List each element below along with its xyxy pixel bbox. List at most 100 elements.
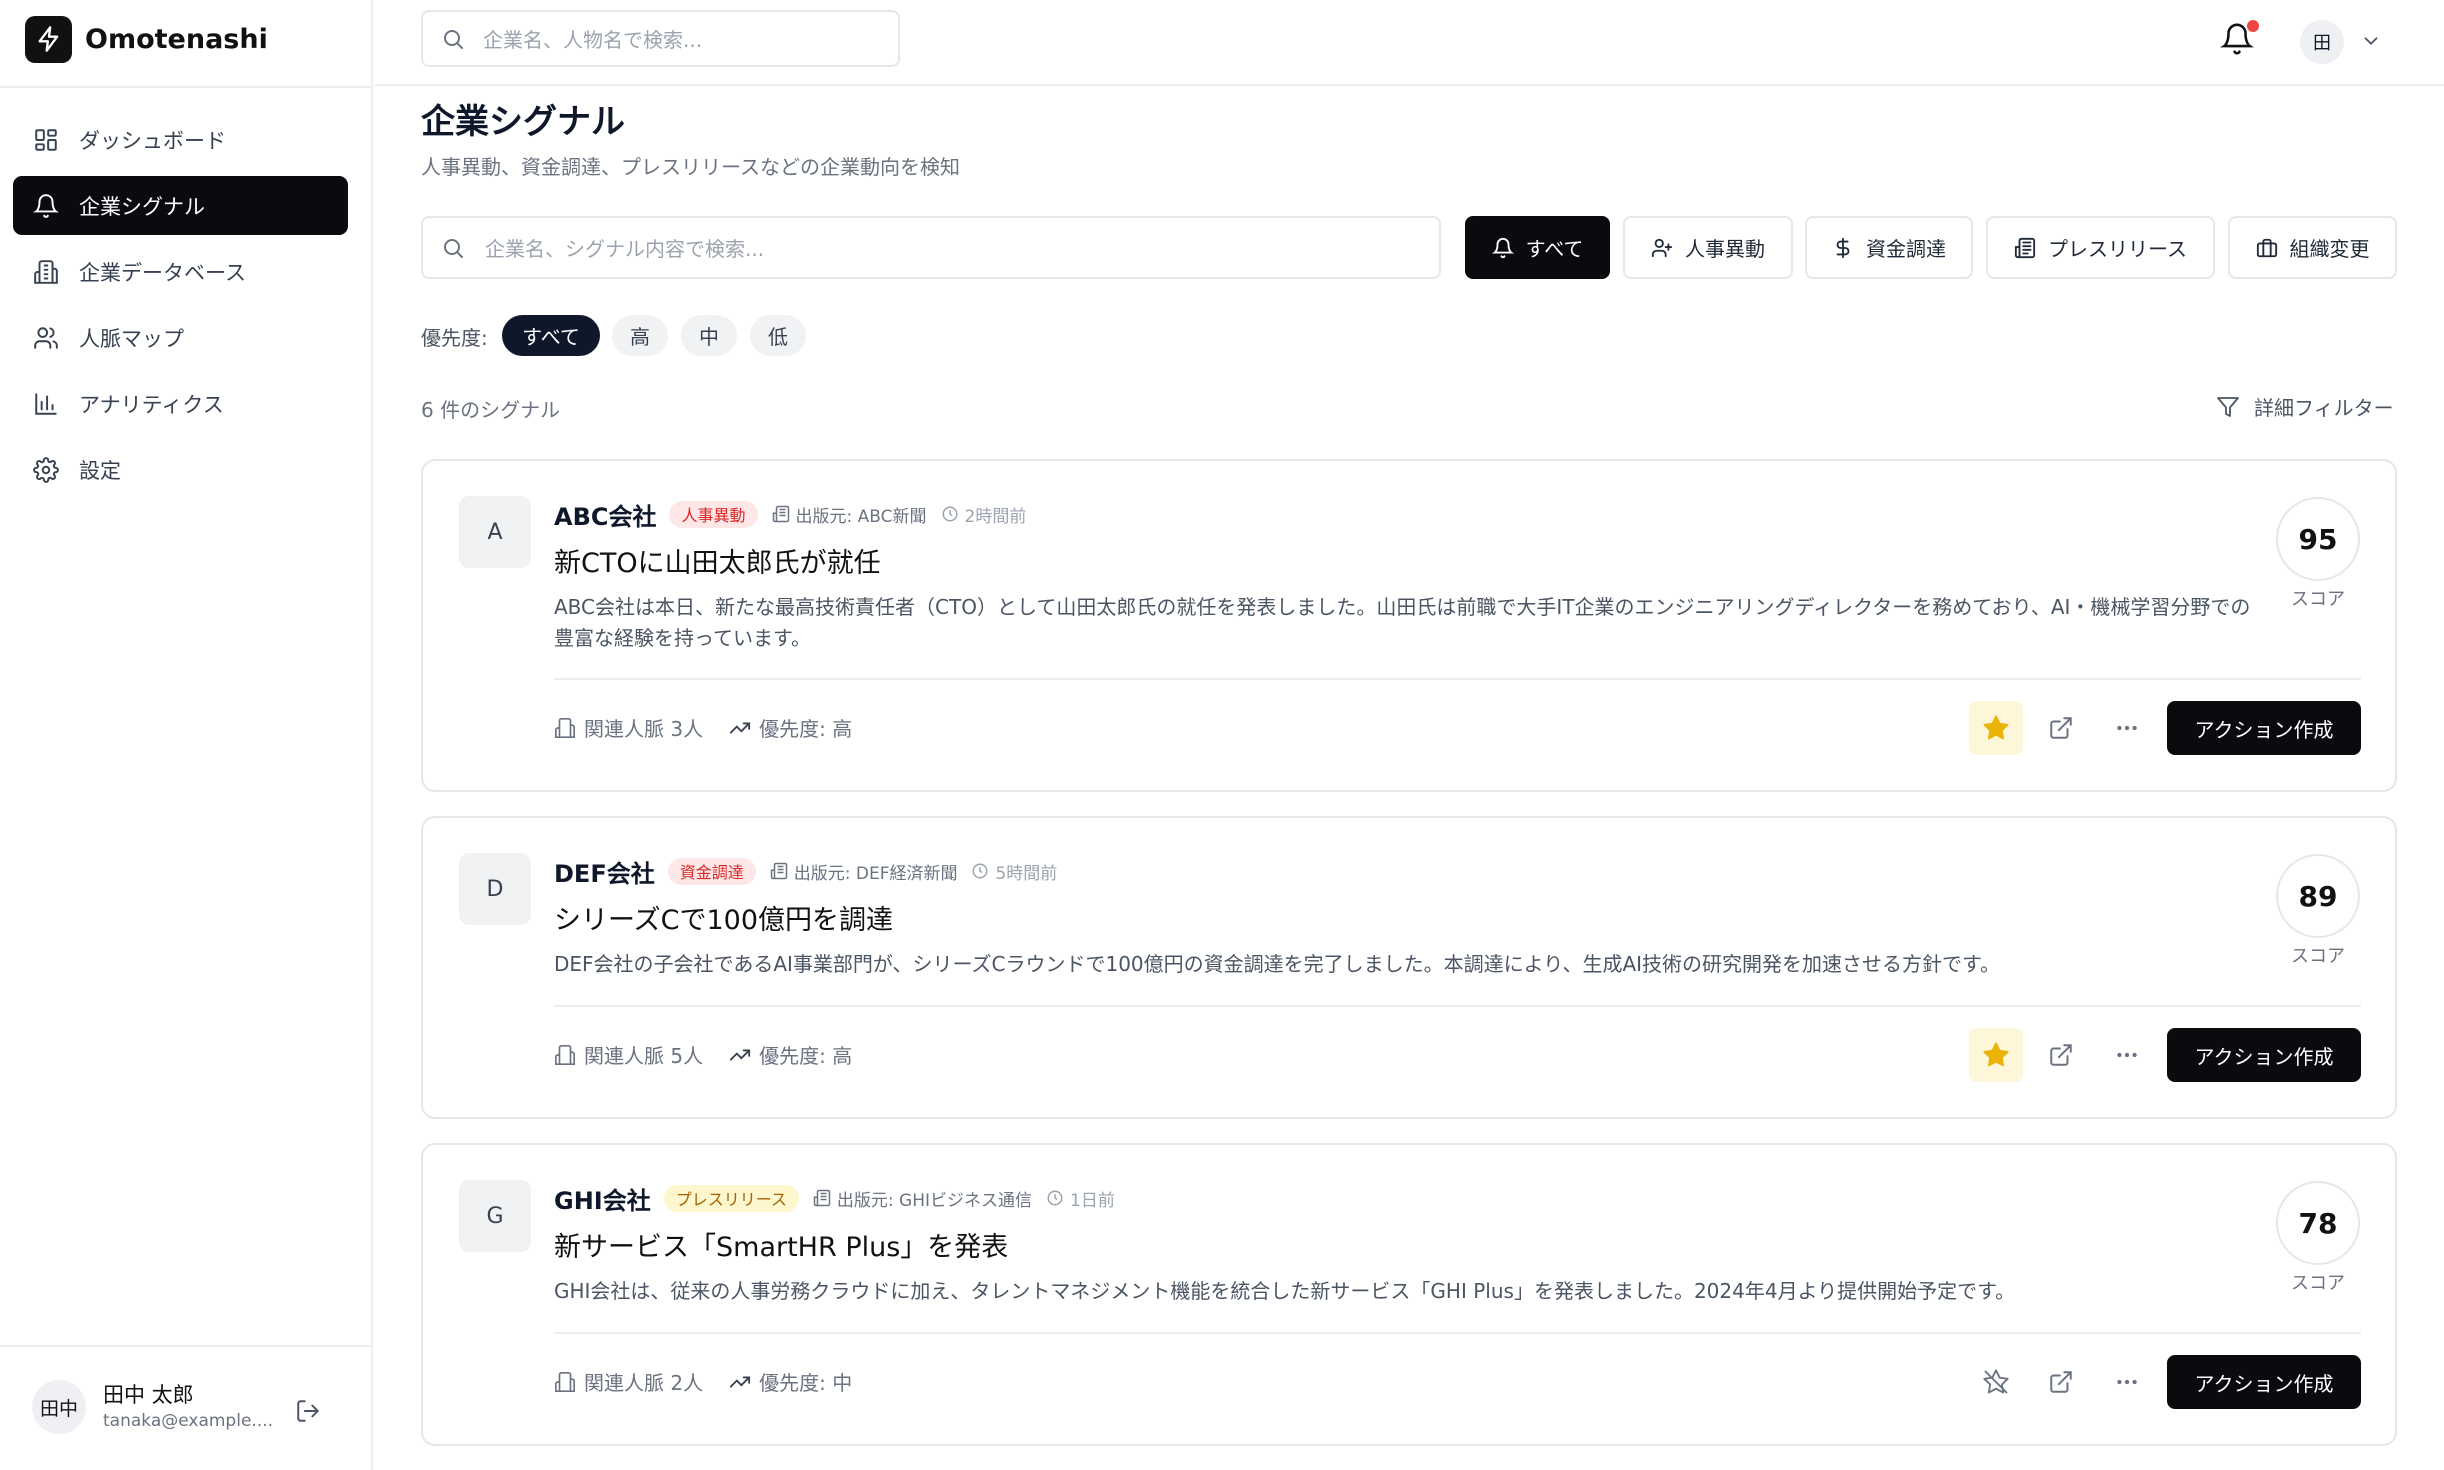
- global-search-input[interactable]: 企業名、人物名で検索...: [421, 10, 900, 67]
- more-icon[interactable]: [2100, 1355, 2154, 1409]
- trending-up-icon: [730, 1049, 751, 1060]
- create-action-button[interactable]: アクション作成: [2167, 1355, 2361, 1409]
- score-label: スコア: [2291, 1273, 2345, 1294]
- trending-up-icon: [730, 1376, 751, 1387]
- time-meta: 1日前: [1046, 1186, 1115, 1211]
- more-icon[interactable]: [2100, 1028, 2154, 1082]
- user-name: 田中 太郎: [103, 1383, 194, 1408]
- search-icon: [444, 238, 463, 258]
- filter-chip-label: すべて: [1525, 237, 1584, 261]
- sidebar-item-label: 企業シグナル: [79, 194, 205, 219]
- sidebar-item-dashboard[interactable]: ダッシュボード: [13, 110, 348, 169]
- time-text: 1日前: [1070, 1190, 1115, 1211]
- signal-card[interactable]: A ABC会社 人事異動 出版元: ABC新聞 2時間前 新CTOに山田太郎氏が…: [421, 459, 2397, 792]
- building-icon: [555, 1044, 575, 1065]
- company-name[interactable]: DEF会社: [554, 854, 655, 889]
- sidebar-item-settings[interactable]: 設定: [13, 440, 348, 499]
- signal-description: GHI会社は、従来の人事労務クラウドに加え、タレントマネジメント機能を統合した新…: [554, 1279, 2016, 1303]
- filter-chip-press-release[interactable]: プレスリリース: [1986, 216, 2215, 279]
- chevron-down-icon[interactable]: [2360, 30, 2382, 52]
- sidebar-item-label: 企業データベース: [79, 260, 246, 285]
- create-action-button[interactable]: アクション作成: [2167, 1028, 2361, 1082]
- user-profile[interactable]: 田中 田中 太郎 tanaka@example....: [32, 1380, 332, 1434]
- brand[interactable]: Omotenashi: [25, 14, 268, 64]
- user-email: tanaka@example....: [103, 1410, 274, 1431]
- signal-card[interactable]: D DEF会社 資金調達 出版元: DEF経済新聞 5時間前 シリーズCで100…: [421, 816, 2397, 1119]
- newspaper-icon: [772, 505, 789, 523]
- time-text: 2時間前: [964, 506, 1027, 527]
- score-label: スコア: [2291, 946, 2345, 967]
- divider: [554, 1005, 2361, 1007]
- newspaper-icon: [2014, 237, 2036, 259]
- top-bar: 企業名、人物名で検索... 田: [375, 0, 2444, 86]
- sidebar-item-analytics[interactable]: アナリティクス: [13, 374, 348, 433]
- related-contacts: 関連人脈 5人: [584, 1044, 704, 1068]
- sidebar-item-network-map[interactable]: 人脈マップ: [13, 308, 348, 367]
- related-contacts: 関連人脈 2人: [584, 1371, 704, 1395]
- related-contacts: 関連人脈 3人: [584, 717, 704, 741]
- card-footer: 関連人脈 2人 優先度: 中: [554, 1367, 852, 1396]
- search-placeholder: 企業名、シグナル内容で検索...: [485, 237, 765, 261]
- filter-chip-label: プレスリリース: [2048, 237, 2187, 261]
- create-action-button[interactable]: アクション作成: [2167, 701, 2361, 755]
- more-icon[interactable]: [2100, 701, 2154, 755]
- filter-chip-label: 組織変更: [2289, 237, 2370, 261]
- filter-chip-personnel[interactable]: 人事異動: [1623, 216, 1793, 279]
- star-icon[interactable]: [1969, 701, 2023, 755]
- card-footer: 関連人脈 3人 優先度: 高: [554, 713, 852, 742]
- search-icon: [444, 29, 463, 49]
- signal-description: DEF会社の子会社であるAI事業部門が、シリーズCラウンドで100億円の資金調達…: [554, 952, 2001, 976]
- external-link-icon[interactable]: [2034, 701, 2088, 755]
- sidebar-item-signals[interactable]: 企業シグナル: [13, 176, 348, 235]
- priority-pill-high[interactable]: 高: [612, 315, 668, 356]
- priority-text: 優先度: 中: [759, 1371, 853, 1395]
- sidebar-item-label: アナリティクス: [79, 392, 224, 417]
- signal-search-input[interactable]: 企業名、シグナル内容で検索...: [421, 216, 1441, 279]
- advanced-filter-button[interactable]: 詳細フィルター: [2216, 392, 2394, 421]
- star-off-icon[interactable]: [1969, 1355, 2023, 1409]
- company-name[interactable]: ABC会社: [554, 497, 656, 532]
- source-text: 出版元: DEF経済新聞: [793, 863, 958, 884]
- filter-chip-funding[interactable]: 資金調達: [1805, 216, 1973, 279]
- time-text: 5時間前: [995, 863, 1058, 884]
- signal-title[interactable]: 新CTOに山田太郎氏が就任: [554, 541, 881, 580]
- company-avatar: G: [459, 1180, 531, 1252]
- page-subtitle: 人事異動、資金調達、プレスリリースなどの企業動向を検知: [421, 155, 960, 179]
- divider: [0, 1345, 373, 1347]
- sidebar-item-label: ダッシュボード: [79, 128, 226, 153]
- score-value: 95: [2276, 497, 2360, 581]
- signal-card[interactable]: G GHI会社 プレスリリース 出版元: GHIビジネス通信 1日前 新サービス…: [421, 1143, 2397, 1446]
- company-name[interactable]: GHI会社: [554, 1181, 651, 1216]
- time-meta: 5時間前: [971, 859, 1057, 884]
- logout-icon[interactable]: [295, 1398, 321, 1424]
- priority-pill-medium[interactable]: 中: [681, 315, 737, 356]
- score-label: スコア: [2291, 589, 2345, 610]
- external-link-icon[interactable]: [2034, 1355, 2088, 1409]
- signal-title[interactable]: シリーズCで100億円を調達: [554, 898, 893, 937]
- avatar: 田中: [32, 1380, 86, 1434]
- briefcase-icon: [2256, 237, 2278, 259]
- app-name: Omotenashi: [85, 23, 268, 55]
- source-meta: 出版元: ABC新聞: [772, 502, 927, 527]
- priority-pill-all[interactable]: すべて: [502, 315, 600, 356]
- user-plus-icon: [1651, 237, 1673, 259]
- bell-icon: [1491, 237, 1514, 259]
- sidebar: Omotenashi ダッシュボード 企業シグナル 企業データベース 人脈マップ…: [0, 0, 373, 1470]
- external-link-icon[interactable]: [2034, 1028, 2088, 1082]
- filter-icon: [2217, 396, 2239, 417]
- sidebar-item-company-database[interactable]: 企業データベース: [13, 242, 348, 301]
- sidebar-nav: ダッシュボード 企業シグナル 企業データベース 人脈マップ アナリティクス 設定: [13, 110, 348, 506]
- filter-chip-org-change[interactable]: 組織変更: [2228, 216, 2397, 279]
- notification-dot: [2247, 20, 2259, 32]
- score-value: 89: [2276, 854, 2360, 938]
- trending-up-icon: [730, 722, 751, 733]
- filter-chip-all[interactable]: すべて: [1465, 216, 1610, 279]
- star-icon[interactable]: [1969, 1028, 2023, 1082]
- bar-chart-icon: [31, 389, 61, 419]
- signal-title[interactable]: 新サービス「SmartHR Plus」を発表: [554, 1225, 1008, 1264]
- priority-pill-low[interactable]: 低: [750, 315, 806, 356]
- avatar[interactable]: 田: [2300, 20, 2344, 64]
- source-text: 出版元: GHIビジネス通信: [836, 1190, 1033, 1211]
- newspaper-icon: [770, 862, 787, 880]
- divider: [554, 678, 2361, 680]
